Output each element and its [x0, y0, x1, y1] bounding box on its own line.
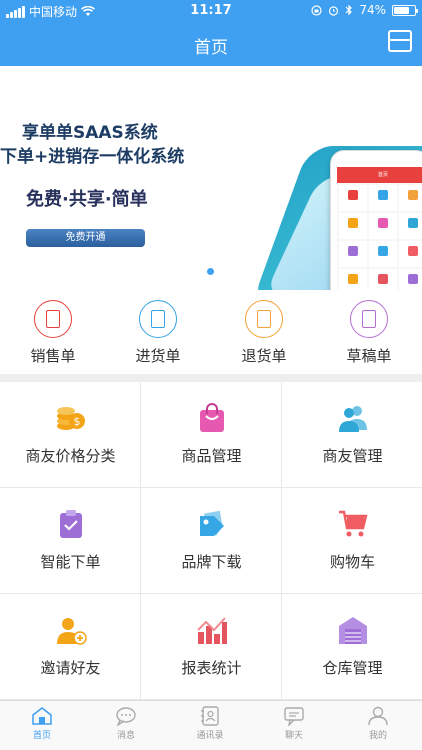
grid-item-label: 邀请好友 [40, 659, 101, 677]
grid-item-label: 仓库管理 [322, 659, 383, 677]
battery-percent: 74% [359, 3, 386, 17]
battery-icon [392, 4, 418, 16]
grid-item-label: 智能下单 [40, 553, 101, 571]
invite-user-icon [57, 618, 87, 645]
tab-label: 消息 [116, 731, 135, 741]
bottom-tab-bar: 首页 消息 通讯录 聊天 我的 [0, 700, 422, 750]
contacts-icon [339, 406, 367, 432]
rotation-lock-icon [311, 4, 322, 16]
grid-item-warehouse[interactable]: 仓库管理 [282, 594, 422, 700]
tab-label: 聊天 [284, 731, 303, 741]
report-chart-icon [197, 617, 227, 644]
status-bar: 中国移动 11:17 74% [0, 0, 422, 22]
grid-item-smart-order[interactable]: 智能下单 [0, 488, 141, 594]
clipboard-check-icon [60, 510, 82, 538]
carousel-indicator[interactable] [207, 268, 214, 275]
bluetooth-icon [345, 4, 353, 16]
app-screen: 中国移动 11:17 74% 首页 首页 享单单SAAS系统 下单+进销存一体化… [0, 0, 422, 750]
quick-action-label: 销售单 [30, 347, 76, 365]
svg-text:$: $ [74, 415, 81, 428]
grid-item-label: 商友价格分类 [25, 447, 116, 465]
feature-grid: $ 商友价格分类 商品管理 商友管理 智能下单 品牌下载 购物车 邀请好友 报表… [0, 382, 422, 700]
alarm-icon [329, 5, 339, 16]
grid-item-brand-download[interactable]: 品牌下载 [141, 488, 282, 594]
quick-action-draft-order[interactable]: 草稿单 [334, 300, 404, 366]
tab-label: 我的 [368, 731, 387, 741]
top-bar: 中国移动 11:17 74% 首页 [0, 0, 422, 66]
sales-order-icon [34, 300, 72, 338]
coins-icon: $ [57, 407, 85, 430]
quick-action-sales-order[interactable]: 销售单 [18, 300, 88, 366]
grid-item-label: 购物车 [329, 553, 375, 571]
tab-profile[interactable]: 我的 [336, 701, 420, 750]
address-book-icon [201, 706, 219, 726]
phone-screen-grid [337, 183, 422, 290]
grid-item-label: 商品管理 [181, 447, 242, 465]
profile-icon [368, 706, 388, 726]
promo-banner[interactable]: 首页 [0, 66, 422, 290]
quick-action-return-order[interactable]: 退货单 [229, 300, 299, 366]
phone-screen-title: 首页 [337, 167, 422, 183]
quick-action-label: 草稿单 [346, 347, 392, 365]
return-order-icon [245, 300, 283, 338]
quick-action-label: 进货单 [135, 347, 181, 365]
tab-label: 通讯录 [196, 731, 224, 741]
grid-item-shopping-cart[interactable]: 购物车 [282, 488, 422, 594]
tag-icon [200, 510, 224, 536]
grid-item-price-category[interactable]: $ 商友价格分类 [0, 382, 141, 488]
page-title: 首页 [194, 38, 228, 58]
grid-item-partner-management[interactable]: 商友管理 [282, 382, 422, 488]
banner-headline: 享单单SAAS系统 [22, 123, 158, 143]
status-right: 74% [311, 3, 418, 17]
section-divider [0, 374, 422, 382]
warehouse-icon [339, 617, 367, 644]
shopping-bag-icon [200, 403, 224, 432]
quick-actions: 销售单 进货单 退货单 草稿单 [0, 290, 422, 374]
cart-icon [339, 510, 368, 537]
grid-item-reports[interactable]: 报表统计 [141, 594, 282, 700]
tab-label: 首页 [32, 731, 51, 741]
menu-icon[interactable] [388, 30, 412, 52]
grid-item-label: 报表统计 [181, 659, 242, 677]
banner-subheadline: 下单+进销存一体化系统 [0, 147, 185, 167]
phone-screen: 首页 [337, 167, 422, 290]
quick-action-label: 退货单 [241, 347, 287, 365]
free-trial-button[interactable]: 免费开通 [26, 229, 145, 247]
message-icon [116, 707, 136, 726]
chat-icon [284, 707, 304, 726]
tab-home[interactable]: 首页 [0, 701, 84, 750]
home-icon [32, 707, 52, 725]
banner-tagline: 免费·共享·简单 [26, 189, 148, 210]
draft-order-icon [350, 300, 388, 338]
tab-chat[interactable]: 聊天 [252, 701, 336, 750]
grid-item-label: 品牌下载 [181, 553, 242, 571]
quick-action-purchase-order[interactable]: 进货单 [123, 300, 193, 366]
tab-messages[interactable]: 消息 [84, 701, 168, 750]
tab-contacts[interactable]: 通讯录 [168, 701, 252, 750]
grid-item-label: 商友管理 [322, 447, 383, 465]
grid-item-product-management[interactable]: 商品管理 [141, 382, 282, 488]
phone-mockup: 首页 [330, 150, 422, 290]
grid-item-invite-friends[interactable]: 邀请好友 [0, 594, 141, 700]
purchase-order-icon [139, 300, 177, 338]
